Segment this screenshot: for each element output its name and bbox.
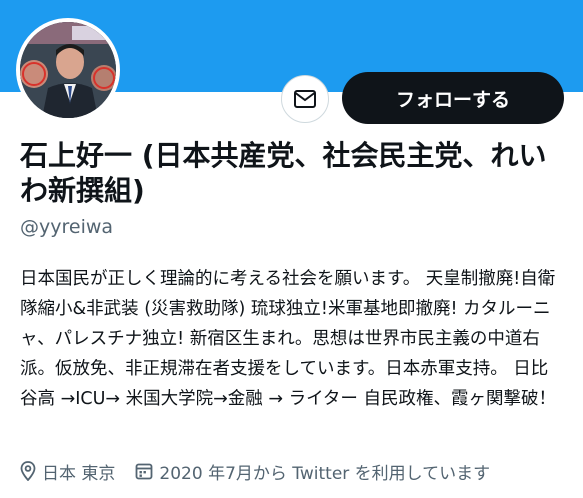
location-item: 日本 東京: [20, 459, 115, 484]
location-pin-icon: [20, 461, 36, 481]
follow-button-label: フォローする: [395, 88, 510, 111]
message-button[interactable]: [281, 75, 329, 123]
join-date-text: 2020 年7月から Twitter を利用しています: [159, 463, 491, 484]
envelope-icon: [294, 90, 316, 108]
calendar-icon: [136, 463, 153, 480]
profile-bio: 日本国民が正しく理論的に考える社会を願います。 天皇制撤廃!自衛隊縮小&非武装 …: [20, 269, 556, 409]
location-text: 日本 東京: [42, 463, 116, 484]
avatar-photo: [20, 22, 116, 118]
avatar[interactable]: [16, 18, 120, 122]
join-date-item: 2020 年7月から Twitter を利用しています: [135, 459, 490, 484]
display-name: 石上好一 (日本共産党、社会民主党、れいわ新撰組): [20, 139, 547, 207]
profile-meta: 日本 東京 2020 年7月から Twitter を利用しています: [20, 459, 490, 484]
follow-button[interactable]: フォローする: [342, 72, 564, 124]
username-handle: @yyreiwa: [20, 216, 114, 238]
profile-page: フォローする 石上好一 (日本共産党、社会民主党、れいわ新撰組) @yyreiw…: [0, 0, 583, 498]
